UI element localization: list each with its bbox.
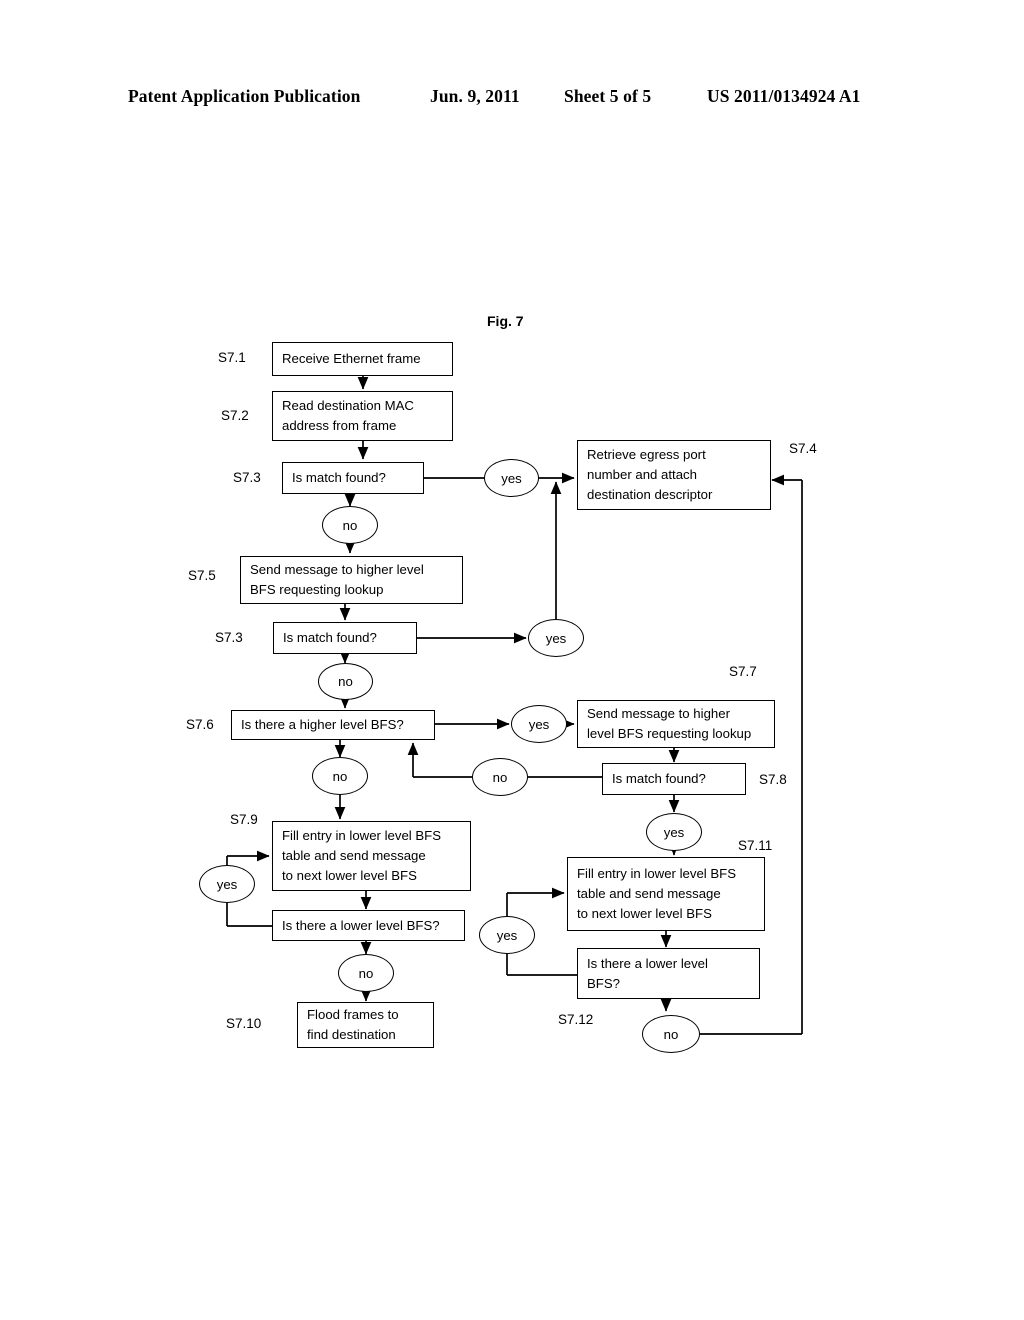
branch-no-s7-12-label: no [663,1026,679,1042]
node-s7-5[interactable]: Send message to higher level BFS request… [240,556,463,604]
node-s7-2[interactable]: Read destination MAC address from frame [272,391,453,441]
node-s7-9-decision[interactable]: Is there a lower level BFS? [272,910,465,941]
node-s7-6[interactable]: Is there a higher level BFS? [231,710,435,740]
step-label-s7-8: S7.8 [759,772,787,787]
node-s7-7-label: Send message to higher level BFS request… [587,706,752,741]
branch-yes-s7-8[interactable]: yes [646,813,702,851]
node-s7-4-label: Retrieve egress port number and attach d… [587,447,713,502]
branch-no-s7-3a[interactable]: no [322,506,378,544]
branch-yes-s7-8-label: yes [663,824,685,840]
node-s7-12-decision[interactable]: Is there a lower level BFS? [577,948,760,999]
branch-yes-s7-9-label: yes [216,876,238,892]
branch-yes-s7-9[interactable]: yes [199,865,255,903]
step-label-s7-7: S7.7 [729,664,757,679]
node-s7-6-label: Is there a higher level BFS? [241,717,404,732]
node-s7-12-decision-label: Is there a lower level BFS? [587,955,708,991]
branch-yes-s7-3a-label: yes [501,470,522,486]
node-s7-4[interactable]: Retrieve egress port number and attach d… [577,440,771,510]
node-s7-1-label: Receive Ethernet frame [282,351,421,366]
step-label-s7-10: S7.10 [226,1016,262,1031]
branch-yes-s7-6-label: yes [528,716,550,732]
branch-yes-s7-6[interactable]: yes [511,705,567,743]
branch-no-s7-12[interactable]: no [642,1015,700,1053]
node-s7-8-label: Is match found? [612,771,706,786]
node-s7-9[interactable]: Fill entry in lower level BFS table and … [272,821,471,891]
step-label-s7-6: S7.6 [186,717,214,732]
step-label-s7-4: S7.4 [789,441,817,456]
node-s7-8[interactable]: Is match found? [602,763,746,795]
node-s7-10-label: Flood frames to find destination [307,1007,399,1042]
node-s7-10[interactable]: Flood frames to find destination [297,1002,434,1048]
step-label-s7-12: S7.12 [558,1012,594,1027]
step-label-s7-3b: S7.3 [215,630,243,645]
node-s7-3b[interactable]: Is match found? [273,622,417,654]
step-label-s7-9: S7.9 [230,812,258,827]
flowchart-connectors [0,0,1024,1320]
branch-no-s7-6[interactable]: no [312,757,368,795]
branch-no-s7-8-label: no [492,769,508,785]
branch-no-s7-9-label: no [358,965,374,981]
node-s7-9-label: Fill entry in lower level BFS table and … [282,828,442,883]
branch-no-s7-3a-label: no [342,517,358,533]
branch-no-s7-3b[interactable]: no [318,663,373,700]
node-s7-3a[interactable]: Is match found? [282,462,424,494]
node-s7-11-label: Fill entry in lower level BFS table and … [577,866,737,921]
step-label-s7-1: S7.1 [218,350,246,365]
branch-no-s7-8[interactable]: no [472,758,528,796]
node-s7-3b-label: Is match found? [283,630,377,645]
branch-no-s7-9[interactable]: no [338,954,394,992]
node-s7-2-label: Read destination MAC address from frame [282,398,414,433]
step-label-s7-3a: S7.3 [233,470,261,485]
node-s7-9-decision-label: Is there a lower level BFS? [282,917,440,933]
node-s7-11[interactable]: Fill entry in lower level BFS table and … [567,857,765,931]
node-s7-3a-label: Is match found? [292,470,386,485]
patent-figure-page: Patent Application Publication Jun. 9, 2… [0,0,1024,1320]
node-s7-1[interactable]: Receive Ethernet frame [272,342,453,376]
node-s7-5-label: Send message to higher level BFS request… [250,562,424,597]
branch-yes-s7-11[interactable]: yes [479,916,535,954]
branch-yes-s7-3b[interactable]: yes [528,619,584,657]
branch-yes-s7-3b-label: yes [545,630,567,646]
branch-yes-s7-3a[interactable]: yes [484,459,539,497]
step-label-s7-5: S7.5 [188,568,216,583]
branch-no-s7-6-label: no [332,768,348,784]
branch-no-s7-3b-label: no [338,674,353,689]
node-s7-7[interactable]: Send message to higher level BFS request… [577,700,775,748]
step-label-s7-2: S7.2 [221,408,249,423]
step-label-s7-11: S7.11 [738,838,773,853]
branch-yes-s7-11-label: yes [496,927,518,943]
